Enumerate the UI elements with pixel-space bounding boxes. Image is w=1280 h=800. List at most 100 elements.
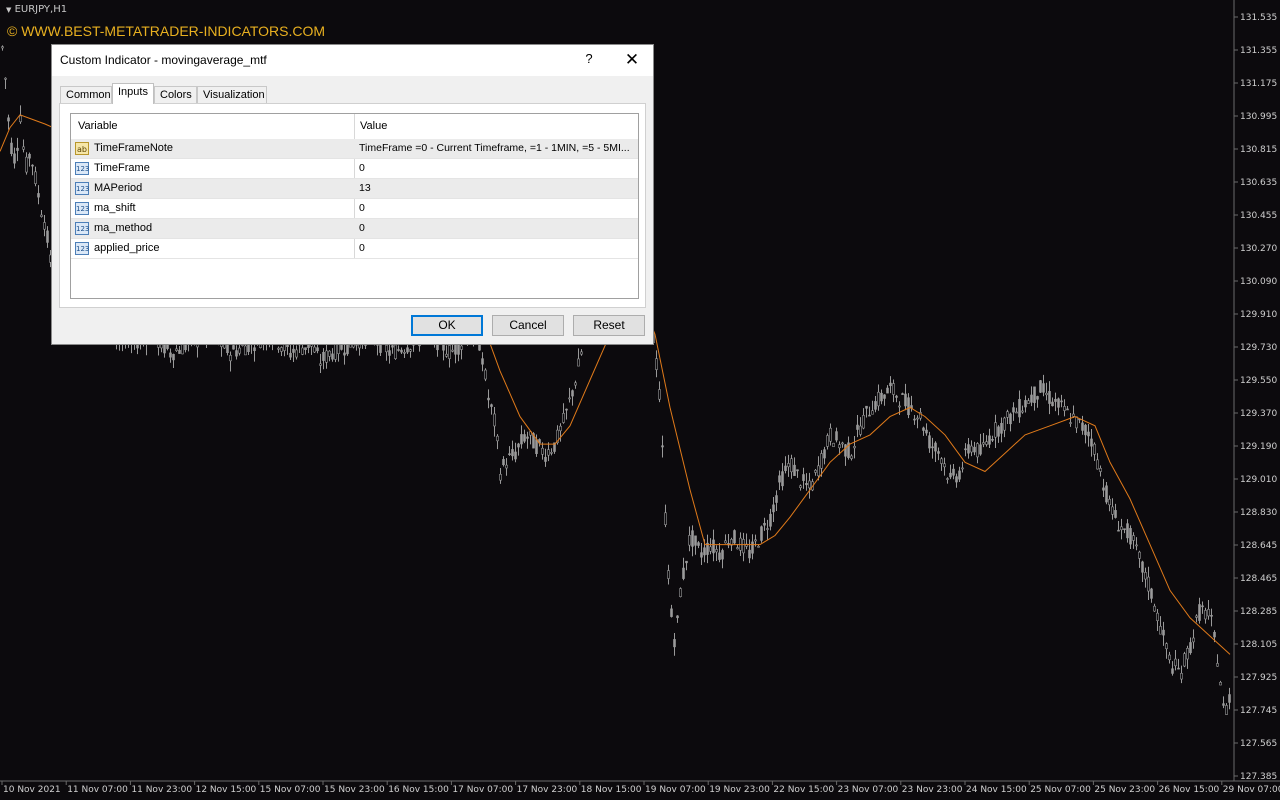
input-row-ma-method[interactable]: 123 ma_method 0 — [71, 219, 638, 239]
candle-body — [790, 458, 793, 473]
candle-body — [1105, 485, 1108, 503]
input-row-timeframe[interactable]: 123 TimeFrame 0 — [71, 159, 638, 179]
column-header-value[interactable]: Value — [360, 120, 387, 132]
time-tick-label: 17 Nov 07:00 — [452, 785, 513, 795]
candle-body — [694, 535, 697, 546]
candle-body — [823, 449, 826, 459]
ok-button[interactable]: OK — [411, 315, 483, 336]
tab-common[interactable]: Common — [60, 86, 112, 103]
candle-body — [907, 397, 910, 416]
candle-body — [385, 344, 388, 353]
candle-body — [238, 347, 241, 354]
candle-body — [46, 230, 49, 243]
candle-body — [1087, 431, 1090, 437]
candle-body — [913, 418, 916, 421]
candle-body — [175, 348, 178, 351]
price-tick-label: 129.010 — [1240, 475, 1277, 485]
chart-menu-triangle-icon[interactable]: ▼ — [6, 6, 11, 14]
time-axis: 10 Nov 2021 11 Nov 07:00 11 Nov 23:00 12 No… — [1, 781, 1280, 795]
candle-body — [661, 445, 664, 448]
candle-body — [1069, 422, 1072, 424]
candle-body — [1150, 588, 1153, 599]
tab-inputs[interactable]: Inputs — [112, 83, 154, 104]
candle-body — [865, 405, 868, 409]
candle-body — [835, 431, 838, 441]
price-tick-label: 128.830 — [1240, 508, 1277, 518]
candle-body — [289, 352, 292, 358]
column-header-variable[interactable]: Variable — [78, 120, 118, 132]
candle-body — [331, 353, 334, 360]
candle-body — [340, 344, 343, 350]
chart-symbol-label: ▼ EURJPY,H1 — [6, 4, 67, 15]
candle-body — [1036, 396, 1039, 400]
cancel-button[interactable]: Cancel — [492, 315, 564, 336]
input-row-timeframenote[interactable]: ab TimeFrameNote TimeFrame =0 - Current … — [71, 139, 638, 159]
input-value[interactable]: 0 — [359, 242, 634, 254]
candle-body — [655, 358, 658, 370]
time-tick-label: 26 Nov 15:00 — [1159, 785, 1220, 795]
input-value[interactable]: 13 — [359, 182, 634, 194]
candle-body — [1030, 394, 1033, 403]
candle-body — [697, 542, 700, 546]
help-button[interactable]: ? — [582, 51, 596, 69]
candle-body — [1006, 411, 1009, 418]
candle-body — [235, 350, 238, 357]
input-variable: ma_shift — [94, 202, 136, 214]
tab-colors[interactable]: Colors — [154, 86, 197, 103]
candle-body — [1138, 551, 1141, 559]
candle-body — [1204, 610, 1207, 620]
candle-body — [490, 404, 493, 407]
candle-body — [877, 391, 880, 407]
candle-body — [952, 468, 955, 476]
inputs-grid[interactable]: Variable Value ab TimeFrameNote TimeFram… — [70, 113, 639, 299]
dialog-titlebar[interactable]: Custom Indicator - movingaverage_mtf ? ✕ — [52, 45, 653, 76]
candle-body — [559, 425, 562, 432]
candle-body — [805, 482, 808, 486]
close-icon[interactable]: ✕ — [624, 51, 640, 69]
candle-body — [514, 451, 517, 460]
candle-body — [244, 345, 247, 356]
time-tick-label: 23 Nov 07:00 — [838, 785, 899, 795]
candle-body — [1174, 658, 1177, 667]
chart-symbol: EURJPY,H1 — [14, 4, 68, 15]
candle-body — [1033, 386, 1036, 403]
candle-body — [409, 349, 412, 352]
candle-body — [841, 442, 844, 445]
candle-body — [928, 435, 931, 449]
candle-body — [1120, 526, 1123, 531]
candle-body — [1189, 642, 1192, 654]
candle-body — [832, 442, 835, 447]
price-axis: 131.535 131.355 131.175 130.995 130.815 130.6… — [1234, 13, 1277, 782]
input-value[interactable]: 0 — [359, 222, 634, 234]
input-value[interactable]: 0 — [359, 162, 634, 174]
input-value[interactable]: 0 — [359, 202, 634, 214]
reset-button[interactable]: Reset — [573, 315, 645, 336]
candle-body — [535, 439, 538, 454]
price-tick-label: 130.635 — [1240, 178, 1277, 188]
price-tick-label: 130.455 — [1240, 211, 1277, 221]
candle-body — [736, 547, 739, 550]
price-tick-label: 129.910 — [1240, 310, 1277, 320]
watermark: © WWW.BEST-METATRADER-INDICATORS.COM — [7, 23, 326, 39]
candle-body — [988, 435, 991, 445]
candle-body — [904, 393, 907, 407]
candle-body — [10, 142, 13, 154]
candle-body — [883, 394, 886, 399]
candle-body — [874, 401, 877, 410]
candle-body — [481, 358, 484, 365]
time-tick-label: 12 Nov 15:00 — [196, 785, 257, 795]
candle-body — [172, 354, 175, 361]
candle-body — [802, 474, 805, 481]
candle-body — [970, 445, 973, 453]
candle-body — [484, 369, 487, 380]
candle-body — [505, 464, 508, 469]
candle-body — [700, 552, 703, 558]
input-row-ma-shift[interactable]: 123 ma_shift 0 — [71, 199, 638, 219]
input-value[interactable]: TimeFrame =0 - Current Timeframe, =1 - 1… — [359, 142, 634, 154]
candle-body — [1168, 654, 1171, 661]
input-row-maperiod[interactable]: 123 MAPeriod 13 — [71, 179, 638, 199]
input-row-applied-price[interactable]: 123 applied_price 0 — [71, 239, 638, 259]
tab-visualization[interactable]: Visualization — [197, 86, 267, 103]
candle-body — [931, 446, 934, 449]
candle-body — [322, 351, 325, 361]
